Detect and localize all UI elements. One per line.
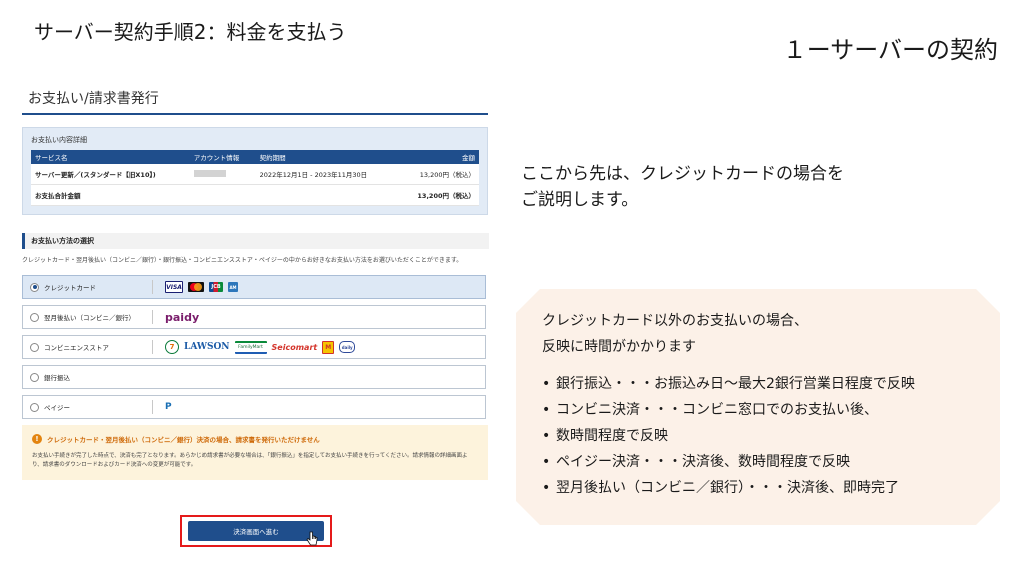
cell-account <box>189 164 256 185</box>
option-convenience-store[interactable]: コンビニエンスストア 7 LAWSON FamilyMart Seicomart… <box>22 335 486 359</box>
option-label: ペイジー <box>44 404 70 412</box>
note-list: 銀行振込・・・お振込み日〜最大2銀行営業日程度で反映 コンビニ決済・・・コンビニ… <box>542 371 915 501</box>
slide-title: サーバー契約手順2：料金を支払う <box>34 20 347 44</box>
option-label: クレジットカード <box>44 284 96 292</box>
hand-cursor-icon <box>306 531 318 546</box>
note-box: クレジットカード以外のお支払いの場合、 反映に時間がかかります 銀行振込・・・お… <box>516 289 1000 525</box>
header-amount: 金額 <box>398 150 479 164</box>
cell-amount: 13,200円（税込） <box>398 164 479 185</box>
details-table: サービス名 アカウント情報 契約期間 金額 サーバー更新／(スタンダード【旧X1… <box>31 150 479 206</box>
details-label: お支払い内容詳細 <box>31 136 87 144</box>
ministop-logo: M <box>322 340 335 354</box>
title-divider <box>22 113 488 115</box>
warning-box: ! クレジットカード・翌月後払い（コンビニ／銀行）決済の場合、請求書を発行いただ… <box>22 425 488 480</box>
explanation-line-2: ご説明します。 <box>521 190 639 210</box>
list-item: 翌月後払い（コンビニ／銀行）・・・決済後、即時完了 <box>542 475 915 501</box>
paidy-logo: paidy <box>165 310 200 324</box>
lawson-logo: LAWSON <box>184 342 230 352</box>
explanation-line-1: ここから先は、クレジットカードの場合を <box>521 164 844 184</box>
header-period: 契約期間 <box>255 150 399 164</box>
list-item: 数時間程度で反映 <box>542 423 915 449</box>
radio-deferred-payment[interactable] <box>30 312 39 322</box>
cell-period: 2022年12月1日 - 2023年11月30日 <box>255 164 399 185</box>
page-title: お支払い/請求書発行 <box>28 91 159 107</box>
payment-details-box: お支払い内容詳細 サービス名 アカウント情報 契約期間 金額 サーバー更新／(ス… <box>22 127 488 215</box>
daily-yamazaki-logo: daily <box>339 341 356 353</box>
note-heading-line-2: 反映に時間がかかります <box>542 339 696 355</box>
method-description: クレジットカード・翌月後払い（コンビニ／銀行）・銀行振込・コンビニエンスストア・… <box>22 257 463 264</box>
seicomart-logo: Seicomart <box>271 342 318 352</box>
proceed-to-payment-button[interactable]: 決済画面へ進む <box>188 521 324 541</box>
option-label: コンビニエンスストア <box>44 344 109 352</box>
note-heading-line-1: クレジットカード以外のお支払いの場合、 <box>542 313 808 329</box>
radio-credit-card[interactable] <box>30 282 39 292</box>
radio-bank-transfer[interactable] <box>30 372 39 382</box>
option-bank-transfer[interactable]: 銀行振込 <box>22 365 486 389</box>
table-header-row: サービス名 アカウント情報 契約期間 金額 <box>31 150 479 164</box>
seven-eleven-logo: 7 <box>165 340 179 354</box>
explanation-text: ここから先は、クレジットカードの場合を ご説明します。 <box>521 161 844 213</box>
header-service: サービス名 <box>31 150 190 164</box>
amex-logo: AM <box>228 282 238 292</box>
total-label: お支払合計金額 <box>31 184 190 206</box>
jcb-logo: JCB <box>209 282 223 292</box>
mastercard-logo <box>188 282 204 292</box>
option-deferred-payment[interactable]: 翌月後払い（コンビニ／銀行） paidy <box>22 305 486 329</box>
option-label: 銀行振込 <box>44 374 70 382</box>
payment-screenshot: お支払い/請求書発行 お支払い内容詳細 サービス名 アカウント情報 契約期間 金… <box>22 88 492 558</box>
total-row: お支払合計金額 13,200円（税込） <box>31 184 479 206</box>
option-credit-card[interactable]: クレジットカード VISA JCB AM <box>22 275 486 299</box>
slide-subtitle: １ーサーバーの契約 <box>782 36 998 64</box>
radio-payeasy[interactable] <box>30 402 39 412</box>
method-heading: お支払い方法の選択 <box>22 233 489 249</box>
header-account: アカウント情報 <box>189 150 256 164</box>
option-label: 翌月後払い（コンビニ／銀行） <box>44 314 135 322</box>
list-item: ペイジー決済・・・決済後、数時間程度で反映 <box>542 449 915 475</box>
familymart-logo: FamilyMart <box>234 340 267 354</box>
cell-service: サーバー更新／(スタンダード【旧X10】) <box>31 164 190 185</box>
payeasy-logo: P <box>165 402 172 412</box>
list-item: コンビニ決済・・・コンビニ窓口でのお支払い後、 <box>542 397 915 423</box>
masked-account-info <box>193 169 226 177</box>
note-heading: クレジットカード以外のお支払いの場合、 反映に時間がかかります <box>542 308 808 360</box>
visa-logo: VISA <box>165 281 183 293</box>
radio-convenience-store[interactable] <box>30 342 39 352</box>
option-payeasy[interactable]: ペイジー P <box>22 395 486 419</box>
total-value: 13,200円（税込） <box>398 184 479 206</box>
warning-body: お支払い手続きが完了した時点で、決済も完了となります。あらかじめ請求書が必要な場… <box>32 453 468 468</box>
warning-icon: ! <box>32 434 42 444</box>
warning-title: クレジットカード・翌月後払い（コンビニ／銀行）決済の場合、請求書を発行いただけま… <box>47 436 320 444</box>
list-item: 銀行振込・・・お振込み日〜最大2銀行営業日程度で反映 <box>542 371 915 397</box>
table-row: サーバー更新／(スタンダード【旧X10】) 2022年12月1日 - 2023年… <box>31 164 479 185</box>
